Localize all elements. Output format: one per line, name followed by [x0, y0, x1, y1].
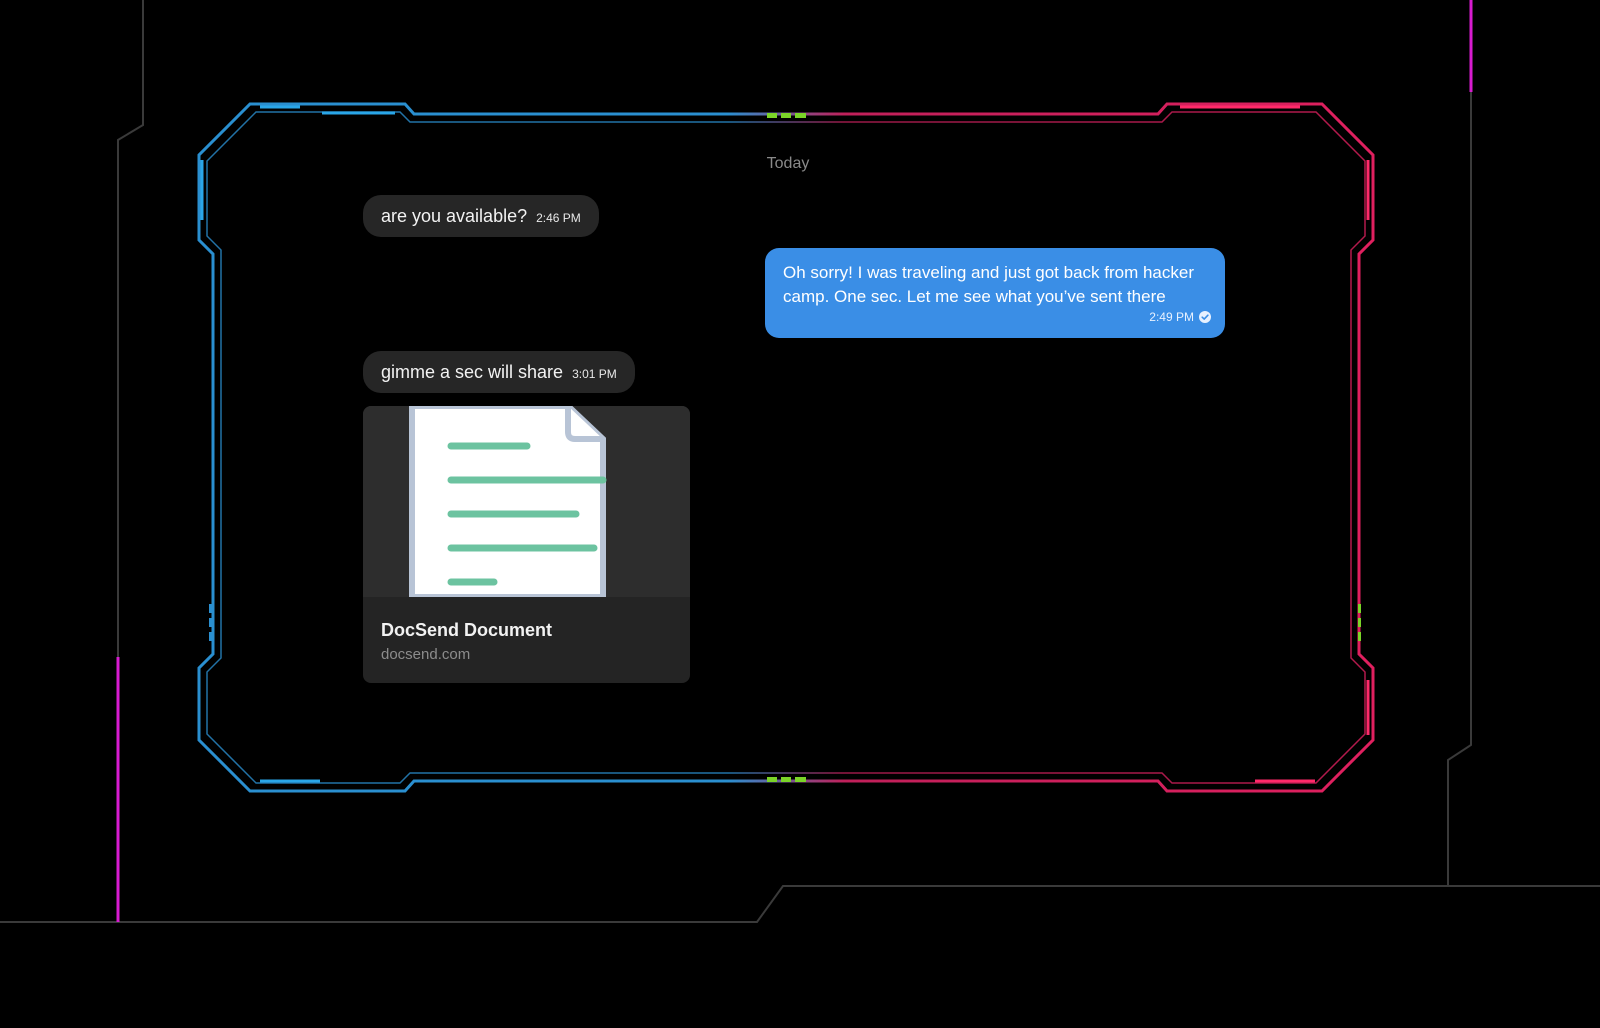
link-preview-thumbnail [363, 406, 690, 600]
message-bubble-outgoing[interactable]: Oh sorry! I was traveling and just got b… [765, 248, 1225, 338]
message-text: gimme a sec will share [381, 362, 564, 382]
date-separator: Today [766, 155, 810, 172]
link-preview-title: DocSend Document [381, 620, 553, 640]
read-check-icon [1199, 311, 1211, 323]
link-preview-domain: docsend.com [381, 646, 471, 663]
document-icon [409, 406, 607, 600]
frame-accent-dashes-left [209, 604, 212, 641]
message-text: Oh sorry! I was traveling and just got b… [783, 263, 1195, 306]
message-timestamp: 2:49 PM [1149, 310, 1194, 324]
message-timestamp: 2:46 PM [536, 211, 581, 225]
link-preview-card[interactable]: DocSend Document docsend.com [363, 406, 690, 683]
message-bubble-incoming[interactable]: gimme a sec will share 3:01 PM [363, 351, 635, 393]
frame-accent-dashes [767, 113, 1361, 782]
message-text: are you available? [381, 206, 528, 226]
message-timestamp: 3:01 PM [572, 367, 617, 381]
message-meta: 2:49 PM [1149, 305, 1211, 329]
message-bubble-incoming[interactable]: are you available? 2:46 PM [363, 195, 599, 237]
